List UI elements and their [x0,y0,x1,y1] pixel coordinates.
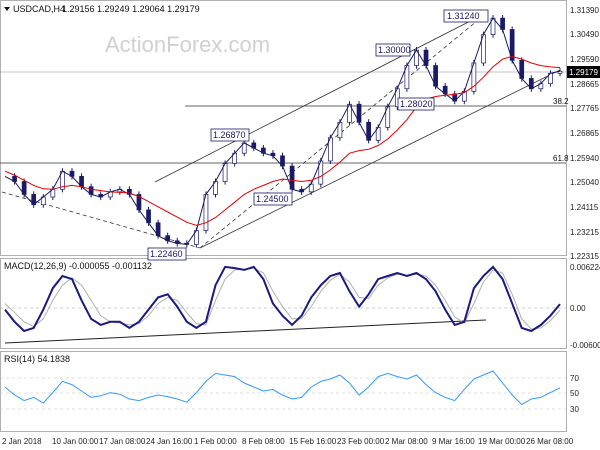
rsi-tick-label: 30 [570,405,579,414]
fib-61-label: 61.8 [553,154,569,163]
x-axis: 2 Jan 2018 10 Jan 00:00 17 Jan 08:00 24 … [2,437,574,446]
price-tick-label: 1.22315 [570,252,599,261]
x-tick-label: 1 Feb 00:00 [194,437,237,446]
chart-root: ActionForex.com USDCAD,H4 1.29156 1.2924… [0,0,600,450]
callout-low-2: 1.24500 [253,192,293,206]
macd-title: MACD(12,26,9) -0.000055 -0.001132 [4,261,152,271]
price-tick-label: 1.26865 [570,129,599,138]
rsi-tick-label: 70 [570,374,579,383]
callout-low-3: 1.22460 [147,247,187,261]
x-tick-label: 2 Mar 08:00 [385,437,428,446]
price-tick-label: 1.23215 [570,228,599,237]
chart-header: USDCAD,H4 1.29156 1.29249 1.29064 1.2917… [4,4,200,14]
macd-panel-frame [0,258,567,349]
x-tick-label: 10 Jan 00:00 [52,437,99,446]
chart-svg: ActionForex.com USDCAD,H4 1.29156 1.2924… [0,0,600,446]
price-tick-label: 1.28665 [570,80,599,89]
x-tick-label: 26 Mar 08:00 [526,437,574,446]
x-tick-label: 24 Jan 16:00 [146,437,193,446]
price-tick-label: 1.25040 [570,178,599,187]
x-tick-label: 19 Mar 00:00 [478,437,526,446]
macd-tick-label: 0.006224 [570,263,600,272]
price-tick-label: 1.31390 [570,6,599,15]
fib-38-label: 38.2 [553,97,569,106]
current-price-tag: 1.29179 [567,66,600,78]
rsi-tick-label: 50 [570,389,579,398]
callout-high-1-text: 1.31240 [447,11,480,21]
price-tick-label: 1.27765 [570,104,599,113]
callout-high-2: 1.30000 [375,43,411,57]
x-tick-label: 23 Feb 00:00 [337,437,385,446]
x-tick-label: 8 Feb 08:00 [242,437,285,446]
rsi-panel-frame [0,351,567,432]
callout-low-1-text: 1.28020 [400,99,433,109]
x-tick-label: 2 Jan 2018 [2,437,42,446]
callout-high-1: 1.31240 [443,9,489,23]
callout-low-3-text: 1.22460 [150,249,183,259]
current-price-tag-text: 1.29179 [569,68,598,77]
rsi-title: RSI(14) 54.1838 [4,354,70,364]
macd-y-axis: 0.006224 0.00 -0.006006 [570,263,600,350]
price-tick-label: 1.30490 [570,30,599,39]
callout-low-2-text: 1.24500 [256,194,289,204]
macd-tick-label: 0.00 [570,304,586,313]
x-tick-label: 17 Jan 08:00 [99,437,146,446]
price-tick-label: 1.29590 [570,55,599,64]
price-y-axis: 1.31390 1.30490 1.29590 1.28665 1.27765 … [567,6,600,261]
callout-high-3: 1.26870 [210,128,250,142]
header-ohlc: 1.29156 1.29249 1.29064 1.29179 [62,4,200,14]
rsi-y-axis: 70 50 30 [570,374,579,414]
header-symbol: USDCAD,H4 [13,4,65,14]
price-tick-label: 1.25940 [570,154,599,163]
callout-high-2-text: 1.30000 [378,45,411,55]
price-tick-label: 1.24115 [570,203,599,212]
callout-low-1: 1.28020 [397,97,435,111]
watermark: ActionForex.com [105,32,270,57]
x-tick-label: 9 Mar 16:00 [432,437,475,446]
x-tick-label: 15 Feb 16:00 [289,437,337,446]
callout-high-3-text: 1.26870 [213,130,246,140]
macd-tick-label: -0.006006 [570,341,600,350]
